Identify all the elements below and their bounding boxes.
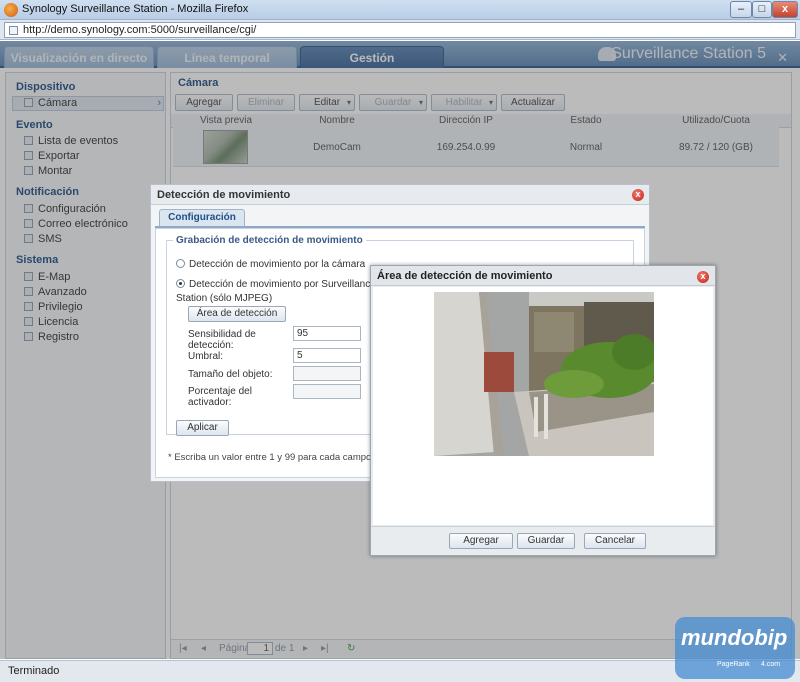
close-icon[interactable]: x (697, 271, 709, 283)
radio-station-detection[interactable]: Detección de movimiento por Surveillance (176, 279, 376, 290)
field-note: * Escriba un valor entre 1 y 99 para cad… (168, 452, 384, 463)
detection-area-dialog: Área de detección de movimiento x Agrega… (370, 265, 716, 556)
window-title: Synology Surveillance Station - Mozilla … (22, 3, 249, 15)
address-bar: http://demo.synology.com:5000/surveillan… (0, 20, 800, 40)
sensitivity-label: Sensibilidad de detección: (188, 329, 256, 351)
maximize-button[interactable]: □ (752, 1, 772, 18)
page-icon (9, 26, 18, 35)
watermark-domain: 4.com (761, 661, 781, 668)
dialog-title: Detección de movimiento (157, 189, 291, 201)
dialog-body (373, 287, 713, 525)
window-close-button[interactable]: x (772, 1, 798, 18)
url-field[interactable]: http://demo.synology.com:5000/surveillan… (4, 22, 796, 38)
dialog-footer: Agregar Guardar Cancelar (371, 526, 715, 555)
threshold-input[interactable]: 5 (293, 348, 361, 363)
object-size-label: Tamaño del objeto: (188, 369, 273, 380)
save-area-button[interactable]: Guardar (517, 533, 575, 549)
minimize-button[interactable]: – (730, 1, 752, 18)
dialog-header: Área de detección de movimiento x (371, 266, 715, 286)
watermark-text: mundobip (681, 625, 788, 650)
window-titlebar: Synology Surveillance Station - Mozilla … (0, 0, 800, 20)
camera-image (434, 292, 654, 456)
dialog-header: Detección de movimiento x (151, 185, 649, 205)
fieldset-legend: Grabación de detección de movimiento (176, 235, 363, 246)
add-area-button[interactable]: Agregar (449, 533, 513, 549)
status-text: Terminado (8, 665, 60, 677)
radio-icon (176, 259, 185, 268)
object-size-input[interactable] (293, 366, 361, 381)
url-text: http://demo.synology.com:5000/surveillan… (23, 24, 257, 36)
watermark-pagerank: PageRank (717, 661, 750, 668)
close-icon[interactable]: x (632, 189, 644, 201)
sensitivity-input[interactable]: 95 (293, 326, 361, 341)
trigger-input[interactable] (293, 384, 361, 399)
radio-station-subtext: Station (sólo MJPEG) (176, 293, 273, 304)
watermark-logo: mundobip PageRank 4.com (675, 617, 795, 679)
trigger-label: Porcentaje del activador: (188, 386, 252, 408)
tab-configuration[interactable]: Configuración (159, 209, 245, 227)
dialog-title: Área de detección de movimiento (377, 270, 553, 282)
radio-selected-icon (176, 279, 185, 288)
firefox-icon (4, 3, 18, 17)
apply-button[interactable]: Aplicar (176, 420, 229, 436)
detection-area-button[interactable]: Área de detección (188, 306, 286, 322)
radio-camera-detection[interactable]: Detección de movimiento por la cámara (176, 259, 365, 270)
cancel-area-button[interactable]: Cancelar (584, 533, 646, 549)
threshold-label: Umbral: (188, 351, 224, 362)
camera-snapshot[interactable] (434, 292, 654, 456)
